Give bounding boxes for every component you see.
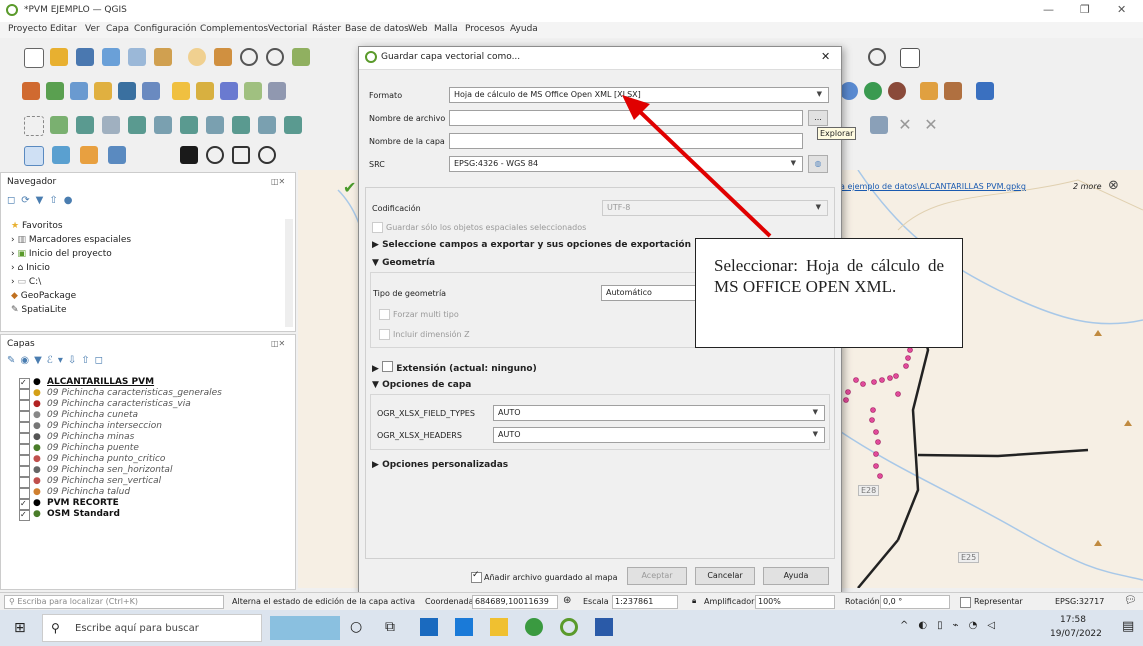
notifications-icon[interactable]: ▤ [1122,619,1134,634]
taskbar: ⊞ ⚲ Escribe aquí para buscar ○ ⧉ ^◐▯⌁◔◁ … [0,610,1143,646]
coord-toggle-icon[interactable]: ⊛ [563,595,571,606]
render-checkbox[interactable] [960,597,971,608]
arrow-shaft [634,106,772,238]
annotation-arrow [622,95,772,238]
search-highlight-image [270,616,340,640]
calculator-app-icon[interactable] [420,618,438,636]
render-label: Representar [974,597,1023,606]
task-view-icon[interactable]: ⧉ [385,619,395,635]
search-icon: ⚲ [51,621,60,635]
amp-field[interactable]: 100% [755,595,835,609]
lock-icon[interactable]: 🔒︎ [692,596,696,606]
cortana-icon[interactable]: ○ [350,619,362,635]
locator-search[interactable]: ⚲ Escriba para localizar (Ctrl+K) [4,595,224,609]
taskbar-search-placeholder: Escribe aquí para buscar [75,623,199,634]
tray-icons[interactable]: ^◐▯⌁◔◁ [900,620,1005,631]
taskbar-search[interactable]: ⚲ Escribe aquí para buscar [42,614,262,642]
epsg-button[interactable]: EPSG:32717 [1055,597,1104,606]
qgis-taskbar-icon[interactable] [560,618,578,636]
amp-label: Amplificador [704,597,755,606]
instruction-callout: Seleccionar: Hoja de cálculo de MS OFFIC… [695,238,963,348]
rot-label: Rotación [845,597,880,606]
clock-time: 17:58 [1060,615,1086,625]
scale-label: Escala [583,597,609,606]
file-explorer-icon[interactable] [490,618,508,636]
rot-field[interactable]: 0,0 ° [880,595,950,609]
edit-hint: Alterna el estado de edición de la capa … [232,597,415,606]
chrome-icon[interactable] [525,618,543,636]
mail-app-icon[interactable] [455,618,473,636]
status-bar: ⚲ Escriba para localizar (Ctrl+K) Altern… [0,592,1143,611]
word-icon[interactable] [595,618,613,636]
search-icon: ⚲ [9,597,15,606]
coord-label: Coordenada [425,597,474,606]
coord-field[interactable]: 684689,10011639 [472,595,558,609]
windows-start-icon[interactable]: ⊞ [14,620,26,636]
scale-field[interactable]: 1:237861 [612,595,678,609]
clock-date: 19/07/2022 [1050,629,1102,639]
messages-icon[interactable]: 💬︎ [1124,595,1137,606]
